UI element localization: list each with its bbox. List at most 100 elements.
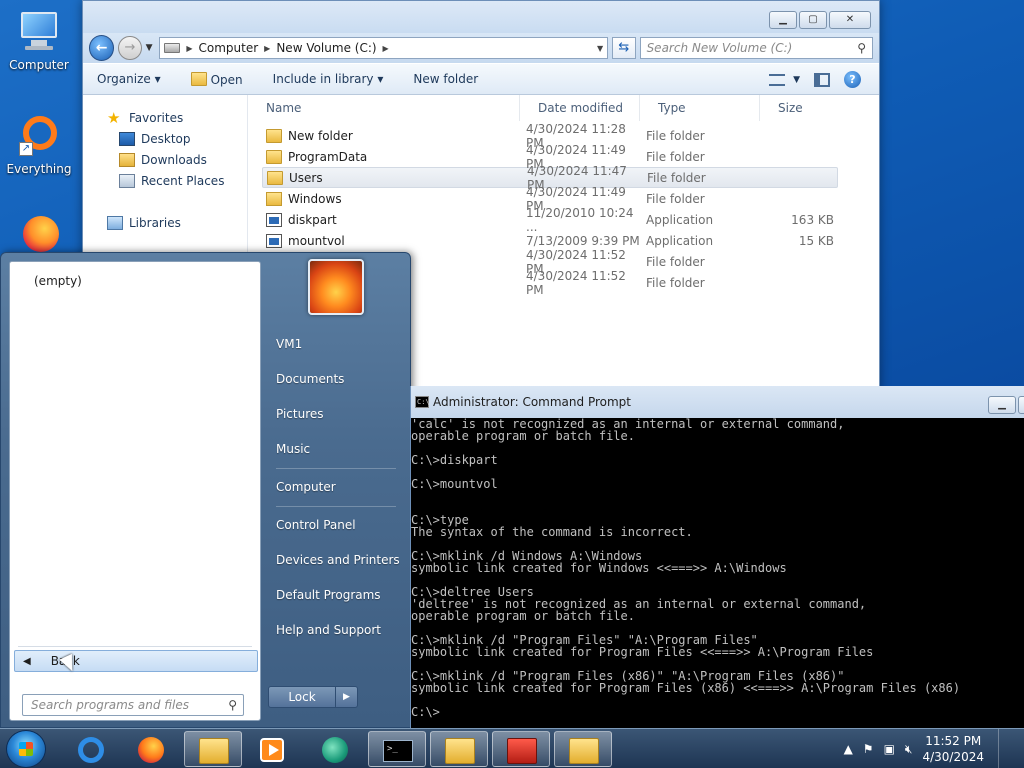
system-tray: ▲ ⚑ ▣ 🔇︎ 11:52 PM 4/30/2024	[844, 729, 1024, 768]
nav-libraries[interactable]: Libraries	[107, 212, 247, 233]
taskbar-folder-1[interactable]	[430, 731, 488, 767]
file-date: 11/20/2010 10:24 ...	[526, 205, 634, 234]
show-hidden-icons-icon[interactable]: ▲	[844, 742, 853, 756]
start-link-user[interactable]: VM1	[266, 327, 406, 362]
file-name: mountvol	[288, 233, 345, 248]
start-link-computer[interactable]: Computer	[266, 470, 406, 505]
firefox-icon	[138, 737, 164, 763]
globe-icon	[322, 737, 348, 763]
column-header-date[interactable]: Date modified	[520, 94, 640, 121]
lock-button[interactable]: Lock	[268, 686, 336, 708]
start-button[interactable]	[6, 730, 46, 768]
breadcrumb-separator-icon[interactable]: ▶	[264, 44, 270, 53]
file-type: Application	[646, 212, 714, 227]
shutdown-options-arrow-icon[interactable]: ▶	[336, 686, 358, 708]
taskbar-firefox[interactable]	[122, 731, 180, 767]
minimize-button[interactable]: ▁	[769, 11, 797, 29]
desktop-icon-computer[interactable]: Computer	[0, 8, 78, 72]
clock[interactable]: 11:52 PM 4/30/2024	[922, 733, 984, 765]
user-avatar[interactable]	[308, 259, 364, 315]
nav-recent-places[interactable]: Recent Places	[107, 170, 247, 191]
cmd-icon: C:\	[415, 396, 430, 408]
explorer-search-input[interactable]: Search New Volume (C:) ⚲	[639, 37, 873, 59]
taskbar-command-prompt[interactable]	[368, 731, 426, 767]
start-link-documents[interactable]: Documents	[266, 362, 406, 397]
file-date: 7/13/2009 9:39 PM	[526, 233, 640, 248]
breadcrumb-computer[interactable]: Computer	[199, 41, 259, 55]
cmd-maximize-button[interactable]: ▢	[1018, 396, 1024, 414]
taskbar-explorer[interactable]	[184, 731, 242, 767]
start-link-music[interactable]: Music	[266, 432, 406, 467]
help-icon[interactable]: ?	[844, 71, 861, 88]
back-button[interactable]: ◀ Back	[14, 650, 258, 672]
breadcrumb-separator-icon[interactable]: ▶	[186, 44, 192, 53]
refresh-icon[interactable]: ⇆	[612, 37, 636, 59]
clock-time: 11:52 PM	[925, 734, 982, 748]
start-link-help-support[interactable]: Help and Support	[266, 613, 406, 648]
nav-downloads[interactable]: Downloads	[107, 149, 247, 170]
star-icon: ★	[107, 108, 121, 127]
file-name-cell: mountvol	[262, 233, 520, 248]
change-view-button[interactable]: ▼	[769, 73, 800, 86]
close-button[interactable]: ✕	[829, 11, 871, 29]
preview-pane-icon[interactable]	[814, 72, 830, 87]
file-name-cell: Windows	[262, 191, 520, 206]
libraries-icon	[107, 215, 123, 230]
taskbar-app[interactable]	[306, 731, 364, 767]
file-size: 163 KB	[791, 212, 834, 227]
breadcrumb-volume[interactable]: New Volume (C:)	[276, 41, 376, 55]
search-icon: ⚲	[228, 698, 237, 712]
everything-icon: ↗	[15, 112, 63, 160]
application-icon	[266, 212, 282, 227]
column-header-type[interactable]: Type	[640, 94, 760, 121]
start-link-pictures[interactable]: Pictures	[266, 397, 406, 432]
file-name: diskpart	[288, 212, 337, 227]
back-arrow-icon: ◀	[23, 655, 31, 667]
address-dropdown-icon[interactable]: ▼	[597, 44, 603, 53]
organize-button[interactable]: Organize ▾	[97, 72, 161, 86]
explorer-toolbar: Organize ▾ Open Include in library ▾ New…	[83, 63, 879, 95]
start-link-default-programs[interactable]: Default Programs	[266, 578, 406, 613]
maximize-button[interactable]: ▢	[799, 11, 827, 29]
open-button[interactable]: Open	[190, 71, 243, 87]
cmd-output[interactable]: 'calc' is not recognized as an internal …	[411, 418, 1024, 728]
recent-pages-dropdown-icon[interactable]: ▼	[146, 43, 156, 53]
show-desktop-button[interactable]	[998, 729, 1012, 768]
file-type: File folder	[646, 275, 705, 290]
nav-favorites[interactable]: ★ Favorites	[107, 107, 247, 128]
computer-icon	[15, 8, 63, 56]
desktop-icon-everything[interactable]: ↗ Everything	[0, 112, 78, 176]
taskbar-folder-2[interactable]	[554, 731, 612, 767]
folder-icon	[190, 71, 207, 86]
column-header-size[interactable]: Size	[760, 95, 840, 121]
address-bar[interactable]: ▶ Computer ▶ New Volume (C:) ▶ ▼	[159, 37, 609, 59]
explorer-titlebar[interactable]: ▁ ▢ ✕	[83, 1, 879, 33]
new-folder-button[interactable]: New folder	[413, 72, 478, 86]
start-search-input[interactable]: Search programs and files ⚲	[22, 694, 244, 716]
command-prompt-window: C:\ Administrator: Command Prompt ▁ ▢ 'c…	[410, 386, 1024, 728]
taskbar-internet-explorer[interactable]	[62, 731, 118, 767]
start-link-devices-printers[interactable]: Devices and Printers	[266, 543, 406, 578]
forward-arrow-icon[interactable]: →	[118, 36, 142, 60]
internet-explorer-icon	[78, 737, 104, 763]
cmd-titlebar[interactable]: C:\ Administrator: Command Prompt ▁ ▢	[411, 386, 1024, 418]
file-type: Application	[646, 233, 714, 248]
nav-desktop[interactable]: Desktop	[107, 128, 247, 149]
taskbar-media-player[interactable]	[244, 731, 302, 767]
include-in-library-button[interactable]: Include in library ▾	[273, 72, 384, 86]
network-icon[interactable]: ▣	[884, 742, 895, 756]
media-player-icon	[260, 738, 284, 762]
application-icon	[266, 233, 282, 248]
view-icon	[769, 73, 786, 86]
breadcrumb-separator-icon[interactable]: ▶	[383, 44, 389, 53]
folder-icon	[569, 738, 599, 764]
action-center-flag-icon[interactable]: ⚑	[863, 742, 874, 756]
search-placeholder: Search New Volume (C:)	[646, 41, 793, 55]
file-row[interactable]: diskpart 11/20/2010 10:24 ... Application 1…	[262, 206, 838, 234]
taskbar-toolbox[interactable]	[492, 731, 550, 767]
volume-muted-icon[interactable]: 🔇︎	[905, 742, 913, 757]
start-link-control-panel[interactable]: Control Panel	[266, 508, 406, 543]
cmd-minimize-button[interactable]: ▁	[988, 396, 1016, 414]
column-header-name[interactable]: Name	[248, 94, 520, 121]
back-arrow-icon[interactable]: ←	[89, 35, 115, 61]
